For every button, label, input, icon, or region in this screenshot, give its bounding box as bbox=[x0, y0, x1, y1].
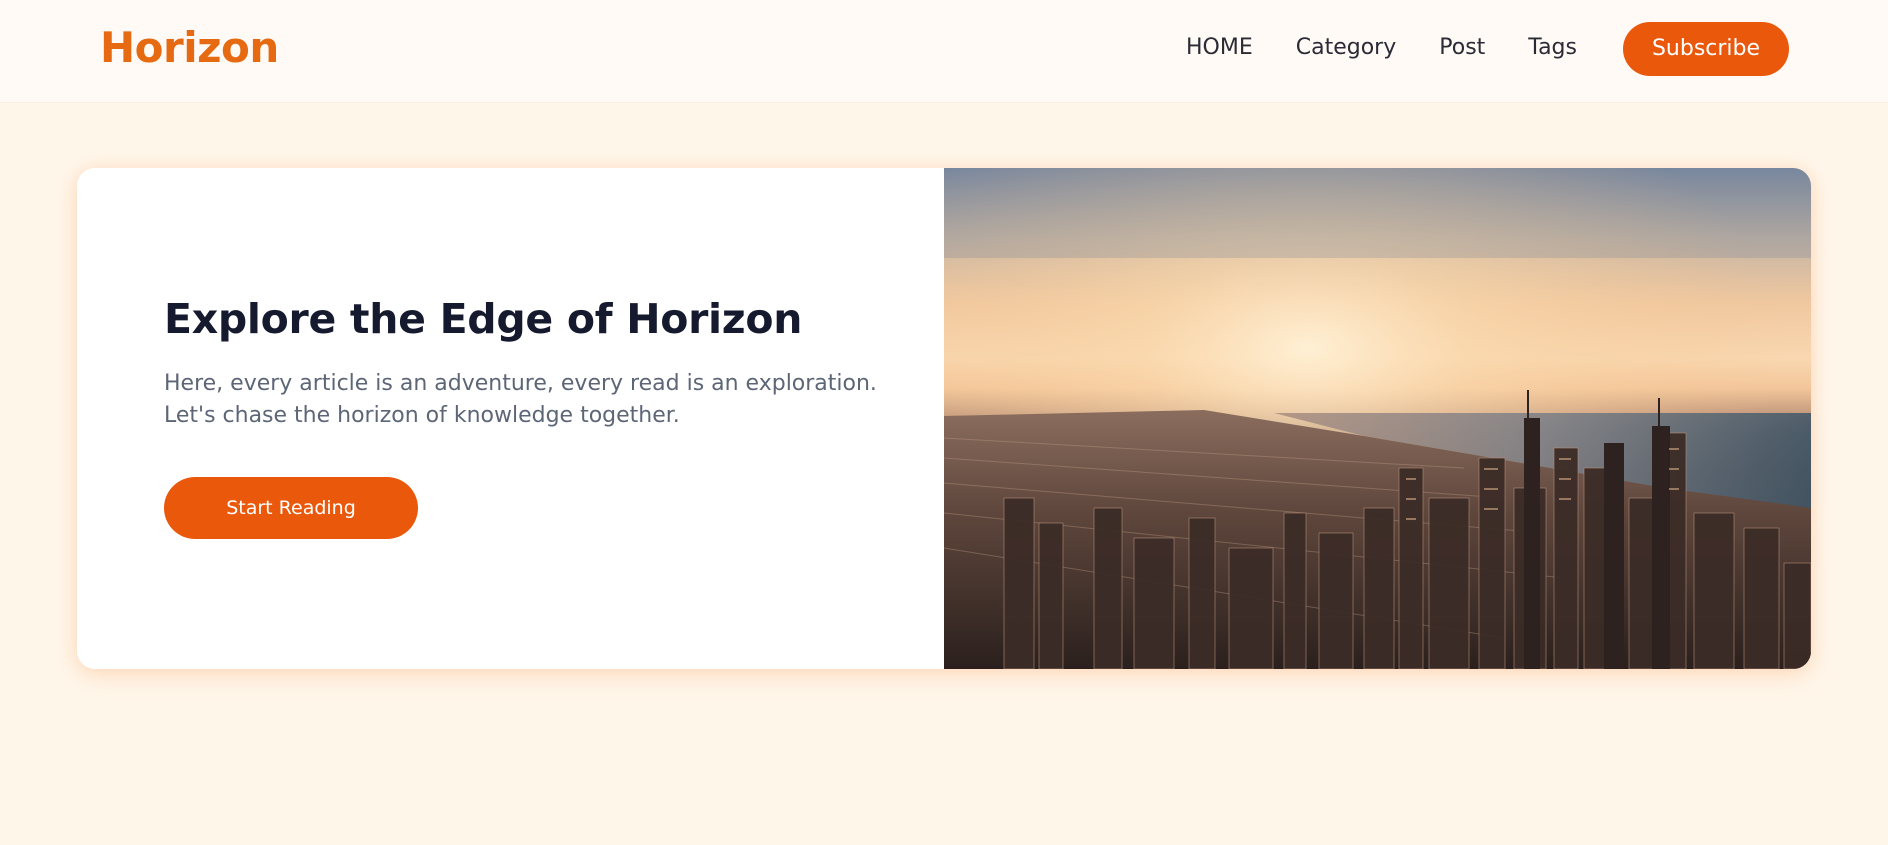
main-nav: HOME Category Post Tags bbox=[1186, 30, 1577, 66]
nav-item-category[interactable]: Category bbox=[1296, 30, 1397, 66]
city-skyline-illustration bbox=[944, 168, 1811, 669]
brand-logo[interactable]: Horizon bbox=[100, 20, 279, 76]
hero-description: Here, every article is an adventure, eve… bbox=[164, 368, 877, 432]
hero-card: Explore the Edge of Horizon Here, every … bbox=[77, 168, 1811, 669]
nav-item-tags[interactable]: Tags bbox=[1528, 30, 1577, 66]
subscribe-button[interactable]: Subscribe bbox=[1623, 22, 1789, 76]
hero-title: Explore the Edge of Horizon bbox=[164, 295, 803, 343]
top-navbar: Horizon HOME Category Post Tags Subscrib… bbox=[0, 0, 1888, 102]
hero-description-line-2: Let's chase the horizon of knowledge tog… bbox=[164, 403, 680, 428]
city-skyline-image bbox=[944, 168, 1811, 669]
hero-content: Explore the Edge of Horizon Here, every … bbox=[77, 168, 944, 669]
hero-description-line-1: Here, every article is an adventure, eve… bbox=[164, 371, 877, 396]
nav-item-home[interactable]: HOME bbox=[1186, 30, 1253, 66]
start-reading-button[interactable]: Start Reading bbox=[164, 477, 418, 539]
nav-item-post[interactable]: Post bbox=[1439, 30, 1485, 66]
